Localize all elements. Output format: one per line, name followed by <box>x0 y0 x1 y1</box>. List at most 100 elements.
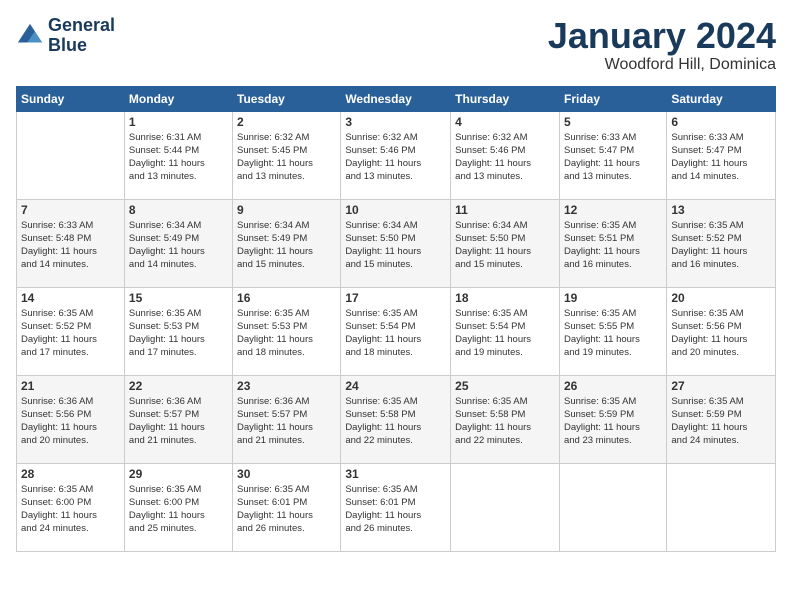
day-info: Sunrise: 6:35 AMSunset: 6:00 PMDaylight:… <box>129 483 228 536</box>
day-info: Sunrise: 6:35 AMSunset: 5:55 PMDaylight:… <box>564 307 662 360</box>
col-monday: Monday <box>124 86 232 111</box>
col-thursday: Thursday <box>451 86 560 111</box>
day-number: 12 <box>564 203 662 217</box>
location-title: Woodford Hill, Dominica <box>548 56 776 74</box>
day-info: Sunrise: 6:32 AMSunset: 5:45 PMDaylight:… <box>237 131 336 184</box>
logo: General Blue <box>16 16 115 56</box>
day-info: Sunrise: 6:35 AMSunset: 6:01 PMDaylight:… <box>345 483 446 536</box>
table-row: 29Sunrise: 6:35 AMSunset: 6:00 PMDayligh… <box>124 463 232 551</box>
day-number: 7 <box>21 203 120 217</box>
table-row: 27 Sunrise: 6:35 AMSunset: 5:59 PMDayligh… <box>667 375 776 463</box>
day-number: 21 <box>21 379 120 393</box>
header: General Blue January 2024 Woodford Hill,… <box>16 16 776 74</box>
day-info: Sunrise: 6:35 AMSunset: 5:58 PMDaylight:… <box>455 395 555 448</box>
day-number: 6 <box>671 115 771 129</box>
day-info: Sunrise: 6:36 AMSunset: 5:57 PMDaylight:… <box>237 395 336 448</box>
logo-line2: Blue <box>48 36 115 56</box>
table-row: 20Sunrise: 6:35 AMSunset: 5:56 PMDayligh… <box>667 287 776 375</box>
table-row: 13Sunrise: 6:35 AMSunset: 5:52 PMDayligh… <box>667 199 776 287</box>
day-info: Sunrise: 6:32 AMSunset: 5:46 PMDaylight:… <box>345 131 446 184</box>
table-row: 8 Sunrise: 6:34 AMSunset: 5:49 PMDaylight… <box>124 199 232 287</box>
table-row: 24 Sunrise: 6:35 AMSunset: 5:58 PMDayligh… <box>341 375 451 463</box>
table-row: 10Sunrise: 6:34 AMSunset: 5:50 PMDayligh… <box>341 199 451 287</box>
day-number: 11 <box>455 203 555 217</box>
day-info: Sunrise: 6:35 AMSunset: 5:52 PMDaylight:… <box>21 307 120 360</box>
day-number: 23 <box>237 379 336 393</box>
day-number: 8 <box>129 203 228 217</box>
day-info: Sunrise: 6:31 AMSunset: 5:44 PMDaylight:… <box>129 131 228 184</box>
day-info: Sunrise: 6:34 AMSunset: 5:49 PMDaylight:… <box>129 219 228 272</box>
table-row: 14 Sunrise: 6:35 AMSunset: 5:52 PMDayligh… <box>17 287 125 375</box>
day-number: 15 <box>129 291 228 305</box>
day-number: 4 <box>455 115 555 129</box>
day-info: Sunrise: 6:35 AMSunset: 5:59 PMDaylight:… <box>564 395 662 448</box>
day-number: 28 <box>21 467 120 481</box>
day-info: Sunrise: 6:36 AMSunset: 5:57 PMDaylight:… <box>129 395 228 448</box>
table-row <box>667 463 776 551</box>
day-number: 30 <box>237 467 336 481</box>
month-title: January 2024 <box>548 16 776 56</box>
table-row: 4 Sunrise: 6:32 AMSunset: 5:46 PMDaylight… <box>451 111 560 199</box>
day-info: Sunrise: 6:35 AMSunset: 5:52 PMDaylight:… <box>671 219 771 272</box>
table-row: 5Sunrise: 6:33 AMSunset: 5:47 PMDaylight… <box>559 111 666 199</box>
week-row-2: 14 Sunrise: 6:35 AMSunset: 5:52 PMDayligh… <box>17 287 776 375</box>
table-row: 21 Sunrise: 6:36 AMSunset: 5:56 PMDayligh… <box>17 375 125 463</box>
day-info: Sunrise: 6:34 AMSunset: 5:49 PMDaylight:… <box>237 219 336 272</box>
table-row: 23 Sunrise: 6:36 AMSunset: 5:57 PMDayligh… <box>233 375 341 463</box>
day-info: Sunrise: 6:35 AMSunset: 5:58 PMDaylight:… <box>345 395 446 448</box>
logo-icon <box>16 22 44 50</box>
day-number: 17 <box>345 291 446 305</box>
table-row: 16 Sunrise: 6:35 AMSunset: 5:53 PMDayligh… <box>233 287 341 375</box>
table-row <box>17 111 125 199</box>
table-row: 9 Sunrise: 6:34 AMSunset: 5:49 PMDaylight… <box>233 199 341 287</box>
table-row: 31 Sunrise: 6:35 AMSunset: 6:01 PMDayligh… <box>341 463 451 551</box>
day-info: Sunrise: 6:34 AMSunset: 5:50 PMDaylight:… <box>455 219 555 272</box>
table-row: 12Sunrise: 6:35 AMSunset: 5:51 PMDayligh… <box>559 199 666 287</box>
day-info: Sunrise: 6:33 AMSunset: 5:47 PMDaylight:… <box>671 131 771 184</box>
table-row: 7 Sunrise: 6:33 AMSunset: 5:48 PMDaylight… <box>17 199 125 287</box>
col-saturday: Saturday <box>667 86 776 111</box>
day-number: 19 <box>564 291 662 305</box>
day-number: 26 <box>564 379 662 393</box>
title-block: January 2024 Woodford Hill, Dominica <box>548 16 776 74</box>
day-info: Sunrise: 6:32 AMSunset: 5:46 PMDaylight:… <box>455 131 555 184</box>
day-number: 16 <box>237 291 336 305</box>
table-row: 3 Sunrise: 6:32 AMSunset: 5:46 PMDaylight… <box>341 111 451 199</box>
day-info: Sunrise: 6:35 AMSunset: 6:01 PMDaylight:… <box>237 483 336 536</box>
week-row-1: 7 Sunrise: 6:33 AMSunset: 5:48 PMDaylight… <box>17 199 776 287</box>
day-info: Sunrise: 6:35 AMSunset: 5:54 PMDaylight:… <box>345 307 446 360</box>
day-info: Sunrise: 6:35 AMSunset: 5:59 PMDaylight:… <box>671 395 771 448</box>
header-row: Sunday Monday Tuesday Wednesday Thursday… <box>17 86 776 111</box>
table-row: 17 Sunrise: 6:35 AMSunset: 5:54 PMDayligh… <box>341 287 451 375</box>
day-info: Sunrise: 6:35 AMSunset: 5:53 PMDaylight:… <box>237 307 336 360</box>
calendar-table: Sunday Monday Tuesday Wednesday Thursday… <box>16 86 776 552</box>
day-info: Sunrise: 6:35 AMSunset: 6:00 PMDaylight:… <box>21 483 120 536</box>
col-friday: Friday <box>559 86 666 111</box>
week-row-4: 28 Sunrise: 6:35 AMSunset: 6:00 PMDayligh… <box>17 463 776 551</box>
table-row: 25Sunrise: 6:35 AMSunset: 5:58 PMDayligh… <box>451 375 560 463</box>
table-row: 30 Sunrise: 6:35 AMSunset: 6:01 PMDayligh… <box>233 463 341 551</box>
table-row <box>559 463 666 551</box>
day-number: 14 <box>21 291 120 305</box>
day-number: 27 <box>671 379 771 393</box>
table-row: 26 Sunrise: 6:35 AMSunset: 5:59 PMDayligh… <box>559 375 666 463</box>
table-row: 11 Sunrise: 6:34 AMSunset: 5:50 PMDayligh… <box>451 199 560 287</box>
day-info: Sunrise: 6:36 AMSunset: 5:56 PMDaylight:… <box>21 395 120 448</box>
week-row-0: 1 Sunrise: 6:31 AMSunset: 5:44 PMDaylight… <box>17 111 776 199</box>
day-number: 9 <box>237 203 336 217</box>
table-row: 22Sunrise: 6:36 AMSunset: 5:57 PMDayligh… <box>124 375 232 463</box>
day-number: 1 <box>129 115 228 129</box>
table-row: 15Sunrise: 6:35 AMSunset: 5:53 PMDayligh… <box>124 287 232 375</box>
table-row: 18Sunrise: 6:35 AMSunset: 5:54 PMDayligh… <box>451 287 560 375</box>
day-number: 31 <box>345 467 446 481</box>
table-row <box>451 463 560 551</box>
col-wednesday: Wednesday <box>341 86 451 111</box>
table-row: 28 Sunrise: 6:35 AMSunset: 6:00 PMDayligh… <box>17 463 125 551</box>
day-info: Sunrise: 6:33 AMSunset: 5:47 PMDaylight:… <box>564 131 662 184</box>
day-info: Sunrise: 6:33 AMSunset: 5:48 PMDaylight:… <box>21 219 120 272</box>
table-row: 6 Sunrise: 6:33 AMSunset: 5:47 PMDaylight… <box>667 111 776 199</box>
day-number: 3 <box>345 115 446 129</box>
table-row: 2Sunrise: 6:32 AMSunset: 5:45 PMDaylight… <box>233 111 341 199</box>
col-tuesday: Tuesday <box>233 86 341 111</box>
day-number: 24 <box>345 379 446 393</box>
